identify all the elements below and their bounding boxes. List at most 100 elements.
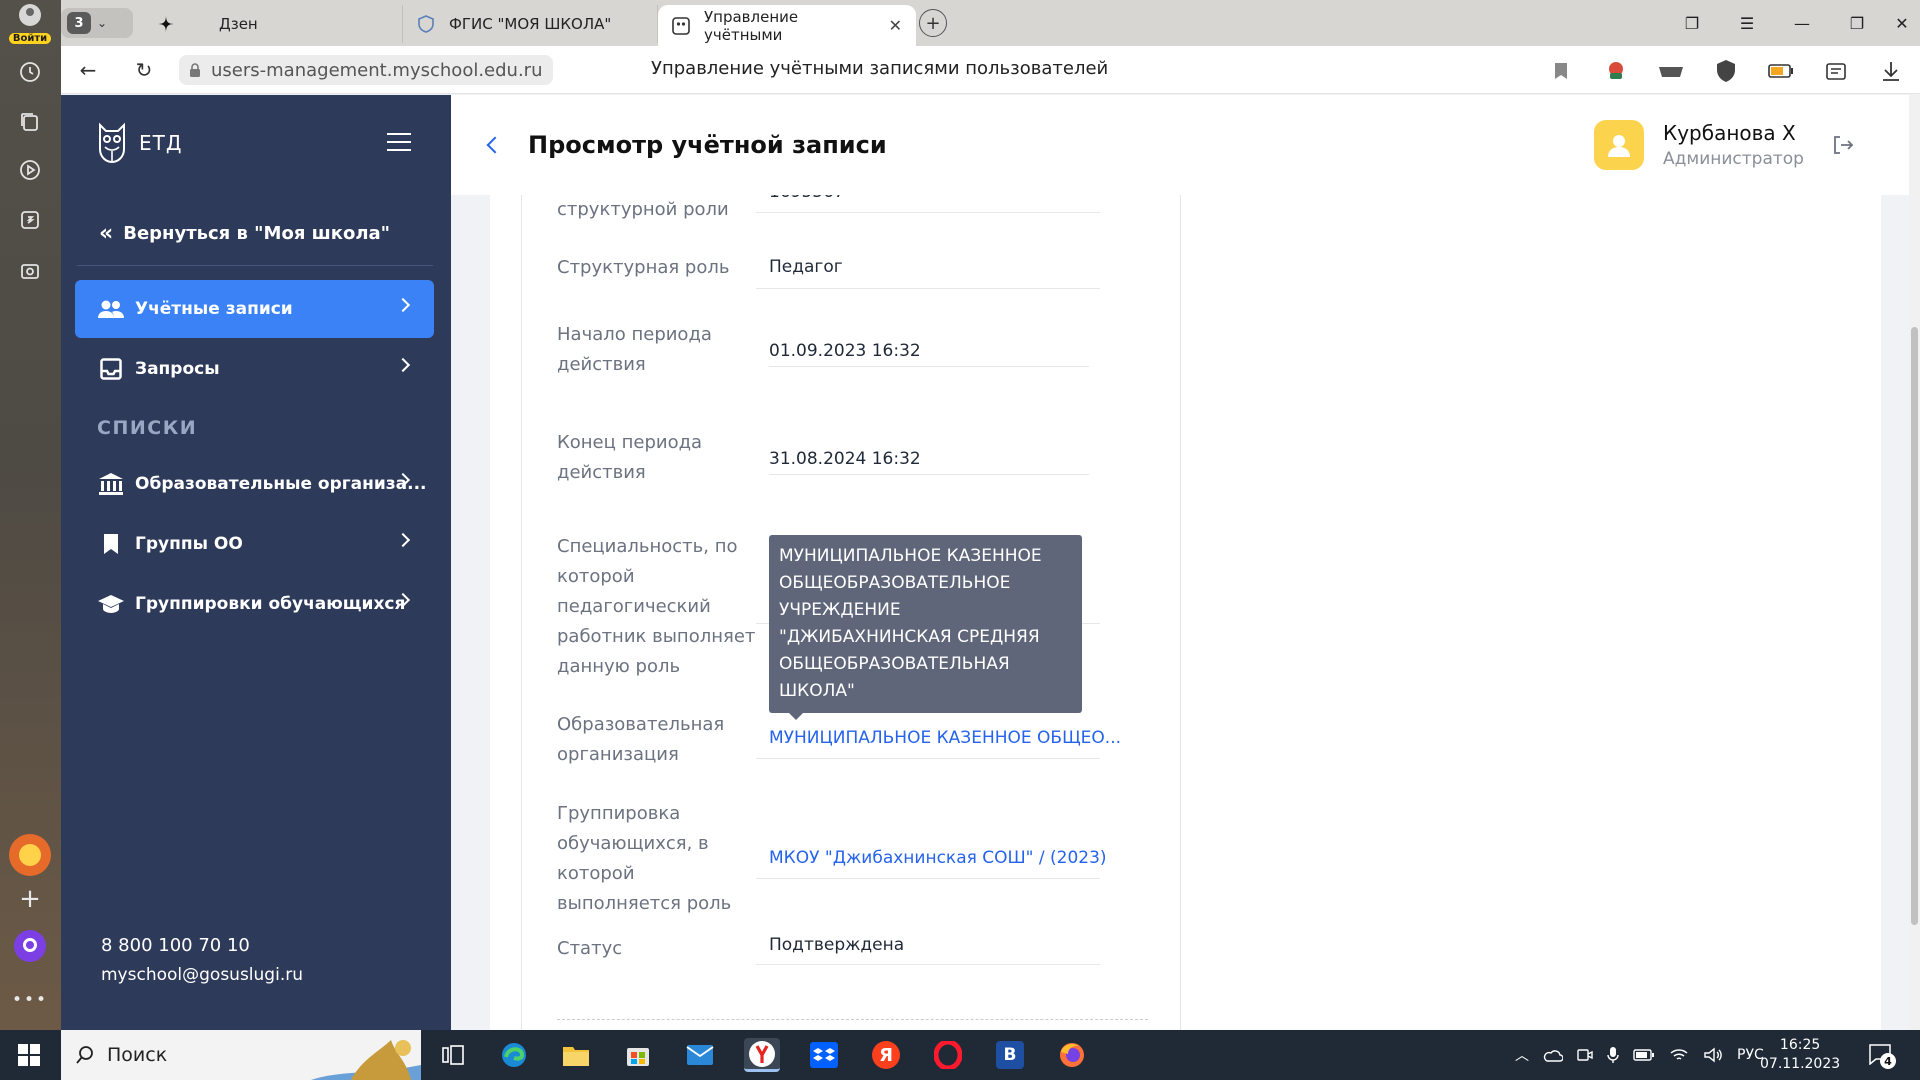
login-label: Войти bbox=[8, 33, 52, 44]
structural-role-id-label: структурной роли bbox=[557, 199, 729, 220]
download-icon[interactable] bbox=[1878, 58, 1904, 84]
system-tray: ︿ РУС bbox=[1515, 1030, 1764, 1080]
add-panel-icon[interactable]: + bbox=[15, 884, 45, 914]
volume-icon[interactable] bbox=[1703, 1047, 1723, 1063]
tab-strip: 3 ⌄ Дзен ФГИС "МОЯ ШКОЛА" Управление учё… bbox=[61, 0, 1920, 46]
screenshot-icon[interactable] bbox=[15, 256, 45, 286]
organization-tooltip: МУНИЦИПАЛЬНОЕ КАЗЕННОЕ ОБЩЕОБРАЗОВАТЕЛЬН… bbox=[769, 535, 1082, 720]
dropbox-icon[interactable] bbox=[806, 1038, 842, 1072]
mail-icon[interactable] bbox=[682, 1038, 718, 1072]
taskbar-search[interactable]: Поиск bbox=[61, 1030, 421, 1080]
protect-shield-icon[interactable] bbox=[1713, 58, 1739, 84]
section-separator bbox=[557, 1019, 1148, 1020]
sidebar-divider bbox=[77, 265, 433, 266]
back-arrow-icon[interactable]: ← bbox=[73, 55, 103, 85]
new-tab-button[interactable]: + bbox=[919, 9, 947, 37]
collections-icon[interactable] bbox=[15, 107, 45, 137]
video-icon[interactable] bbox=[15, 155, 45, 185]
graduation-cap-icon bbox=[97, 590, 125, 618]
avatar[interactable] bbox=[1594, 120, 1644, 170]
period-start-label: Начало периода действия bbox=[557, 324, 712, 375]
back-to-myschool-link[interactable]: « Вернуться в "Моя школа" bbox=[99, 221, 390, 246]
task-view-icon[interactable] bbox=[435, 1038, 471, 1072]
chevron-right-icon bbox=[395, 532, 411, 548]
student-group-label: Группировка обучающихся, в которой выпол… bbox=[557, 803, 732, 914]
wifi-icon[interactable] bbox=[1669, 1047, 1689, 1063]
more-icon[interactable]: ••• bbox=[12, 985, 46, 1015]
opera-icon[interactable] bbox=[930, 1038, 966, 1072]
firefox-icon[interactable] bbox=[1054, 1038, 1090, 1072]
address-bar: ← ↻ users-management.myschool.edu.ru Упр… bbox=[61, 46, 1920, 94]
logout-icon[interactable] bbox=[1831, 133, 1855, 157]
hamburger-menu-icon[interactable] bbox=[387, 133, 411, 151]
url-field[interactable]: users-management.myschool.edu.ru bbox=[179, 55, 553, 85]
page-scrollbar[interactable] bbox=[1909, 95, 1920, 1030]
close-tab-icon[interactable]: ✕ bbox=[889, 16, 902, 35]
explorer-icon[interactable] bbox=[558, 1038, 594, 1072]
yandex-market-icon[interactable] bbox=[9, 834, 51, 876]
institution-icon bbox=[97, 470, 125, 498]
tab-users-management[interactable]: Управление учётными ✕ bbox=[658, 5, 916, 46]
support-email[interactable]: myschool@gosuslugi.ru bbox=[101, 965, 303, 985]
zen-icon[interactable] bbox=[15, 205, 45, 235]
period-end-label: Конец периода действия bbox=[557, 432, 703, 483]
sidebar-item-student-groups[interactable]: Группировки обучающихся bbox=[75, 575, 434, 633]
microphone-icon[interactable] bbox=[1607, 1046, 1619, 1064]
shield-icon bbox=[417, 15, 435, 33]
sidebar-item-accounts[interactable]: Учётные записи bbox=[75, 280, 434, 338]
menu-icon[interactable]: ☰ bbox=[1724, 0, 1770, 46]
clock-time: 16:25 bbox=[1779, 1037, 1821, 1053]
yandex-browser-icon[interactable] bbox=[744, 1038, 780, 1072]
notifications-icon[interactable]: 4 bbox=[1868, 1043, 1896, 1069]
structural-role-value: Педагог bbox=[769, 257, 843, 277]
minimize-icon[interactable]: — bbox=[1779, 0, 1825, 46]
support-phone: 8 800 100 70 10 bbox=[101, 935, 250, 956]
alice-icon[interactable] bbox=[14, 930, 46, 962]
period-start-value: 01.09.2023 16:32 bbox=[769, 341, 921, 361]
field-divider bbox=[756, 964, 1100, 965]
tab-dzen[interactable]: Дзен bbox=[143, 5, 403, 43]
edge-icon[interactable] bbox=[496, 1038, 532, 1072]
sidebar-item-groups[interactable]: Группы ОО bbox=[75, 515, 434, 573]
structural-role-label: Структурная роль bbox=[557, 257, 730, 278]
vk-icon[interactable]: B bbox=[992, 1038, 1028, 1072]
notification-count: 4 bbox=[1880, 1053, 1896, 1069]
windows-start-icon[interactable] bbox=[18, 1044, 40, 1066]
battery-saver-icon[interactable] bbox=[1768, 58, 1794, 84]
restore-icon[interactable]: ❐ bbox=[1834, 0, 1880, 46]
field-divider bbox=[756, 212, 1100, 213]
store-icon[interactable] bbox=[620, 1038, 656, 1072]
tab-counter[interactable]: 3 ⌄ bbox=[61, 8, 133, 38]
yandex-icon[interactable]: Я bbox=[868, 1038, 904, 1072]
battery-icon[interactable] bbox=[1633, 1049, 1655, 1061]
sidebar-item-organizations[interactable]: Образовательные организа... bbox=[75, 455, 434, 513]
sidebar-item-requests[interactable]: Запросы bbox=[75, 340, 434, 398]
vpn-icon[interactable] bbox=[1658, 58, 1684, 84]
extension-icon[interactable] bbox=[1603, 58, 1629, 84]
downloads-panel-icon[interactable] bbox=[1823, 58, 1849, 84]
tab-collections-icon[interactable]: ❐ bbox=[1669, 0, 1715, 46]
chevron-up-icon[interactable]: ︿ bbox=[1515, 1045, 1529, 1065]
owl-icon bbox=[672, 16, 690, 35]
bookmark-flag-icon bbox=[97, 530, 125, 558]
logo-text: ЕТД bbox=[139, 131, 183, 155]
logo[interactable]: ЕТД bbox=[97, 121, 182, 165]
student-group-link[interactable]: МКОУ "Джибахнинская СОШ" / (2023) bbox=[769, 848, 1107, 868]
tab-count: 3 bbox=[67, 12, 91, 34]
field-divider bbox=[769, 366, 1089, 367]
camera-icon[interactable] bbox=[1577, 1047, 1593, 1063]
onedrive-icon[interactable] bbox=[1543, 1047, 1563, 1063]
tab-fgis[interactable]: ФГИС "МОЯ ШКОЛА" bbox=[403, 5, 658, 43]
organization-link[interactable]: МУНИЦИПАЛЬНОЕ КАЗЕННОЕ ОБЩЕО... bbox=[769, 728, 1121, 748]
history-icon[interactable] bbox=[15, 57, 45, 87]
login-button[interactable]: Войти bbox=[6, 4, 54, 44]
reload-icon[interactable]: ↻ bbox=[129, 55, 159, 85]
dzen-icon bbox=[157, 15, 175, 33]
scrollbar-thumb[interactable] bbox=[1911, 327, 1918, 925]
clock[interactable]: 16:25 07.11.2023 bbox=[1760, 1036, 1840, 1074]
close-window-icon[interactable]: ✕ bbox=[1879, 0, 1920, 46]
bookmark-icon[interactable] bbox=[1548, 58, 1574, 84]
user-icon bbox=[1608, 135, 1630, 157]
organization-label: Образовательная организация bbox=[557, 714, 725, 765]
chevron-left-icon[interactable] bbox=[486, 136, 504, 154]
